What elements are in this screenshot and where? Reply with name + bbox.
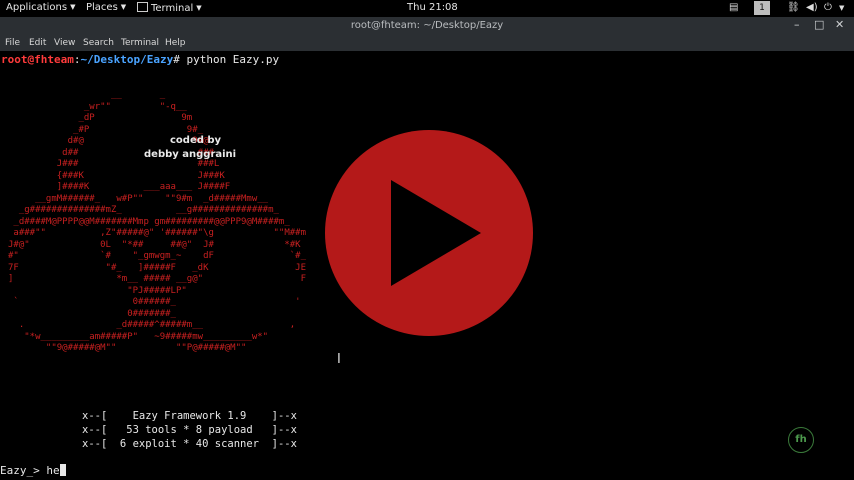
banner-line: x--[ 53 tools * 8 payload ]--x xyxy=(82,424,297,436)
prompt-user: root@fhteam xyxy=(1,53,74,66)
menu-bar: File Edit View Search Terminal Help xyxy=(0,35,854,51)
terminal-icon xyxy=(137,2,148,12)
chevron-down-icon: ▼ xyxy=(196,4,202,12)
banner-line: x--[ Eazy Framework 1.9 ]--x xyxy=(82,410,297,422)
places-menu[interactable]: Places ▼ xyxy=(86,2,126,13)
menu-edit[interactable]: Edit xyxy=(29,38,46,48)
volume-icon[interactable]: ◀) xyxy=(806,2,818,13)
mouse-pointer-icon: I xyxy=(337,352,341,367)
keyboard-icon[interactable]: ▤ xyxy=(729,2,738,13)
credit-line1: coded by xyxy=(170,135,222,146)
close-button[interactable]: ✕ xyxy=(835,18,844,31)
text-cursor xyxy=(59,464,66,476)
input-line[interactable]: Eazy_> he xyxy=(0,464,66,477)
input-prompt: Eazy_> xyxy=(0,464,47,477)
credit-line2: debby anggraini xyxy=(144,149,237,160)
menu-search[interactable]: Search xyxy=(83,38,114,48)
window-titlebar[interactable]: root@fhteam: ~/Desktop/Eazy – □ ✕ xyxy=(0,17,854,35)
banner-line: x--[ 6 exploit * 40 scanner ]--x xyxy=(82,438,297,450)
chevron-down-icon: ▼ xyxy=(120,3,127,11)
menu-view[interactable]: View xyxy=(54,38,75,48)
chevron-down-icon[interactable]: ▼ xyxy=(839,4,844,12)
applications-label: Applications xyxy=(6,2,68,13)
biohazard-ascii-art: __ _ _wr"" "-q__ _dP 9m _#P 9#_ d#@ 9#@ … xyxy=(8,90,307,353)
prompt-path: ~/Desktop/Eazy xyxy=(80,53,174,66)
window-title: root@fhteam: ~/Desktop/Eazy xyxy=(350,20,504,31)
menu-terminal[interactable]: Terminal xyxy=(121,38,159,48)
command-line: root@fhteam:~/Desktop/Eazy# python Eazy.… xyxy=(1,53,279,66)
applications-menu[interactable]: Applications ▼ xyxy=(6,2,75,13)
prompt-end: # xyxy=(173,53,187,66)
terminal-app-label: Terminal xyxy=(151,3,194,14)
clock[interactable]: Thu 21:08 xyxy=(407,2,458,13)
chevron-down-icon: ▼ xyxy=(70,3,76,11)
power-icon[interactable]: ⏻ xyxy=(824,2,832,13)
input-text: he xyxy=(46,464,60,477)
minimize-button[interactable]: – xyxy=(794,18,800,31)
channel-logo: fh xyxy=(788,427,814,453)
framework-banner: x--[ Eazy Framework 1.9 ]--x x--[ 53 tool… xyxy=(82,409,297,451)
workspace-indicator[interactable]: 1 xyxy=(754,1,770,15)
top-panel: Applications ▼ Places ▼ Terminal ▼ Thu 21:0… xyxy=(0,0,854,17)
network-icon[interactable]: ⛓ xyxy=(787,2,800,13)
terminal-app-menu[interactable]: Terminal ▼ xyxy=(137,2,202,14)
play-button[interactable] xyxy=(325,130,533,336)
menu-file[interactable]: File xyxy=(5,38,20,48)
play-icon xyxy=(391,180,481,286)
maximize-button[interactable]: □ xyxy=(814,18,824,31)
command-text: python Eazy.py xyxy=(186,53,280,66)
places-label: Places xyxy=(86,2,118,13)
menu-help[interactable]: Help xyxy=(165,38,186,48)
